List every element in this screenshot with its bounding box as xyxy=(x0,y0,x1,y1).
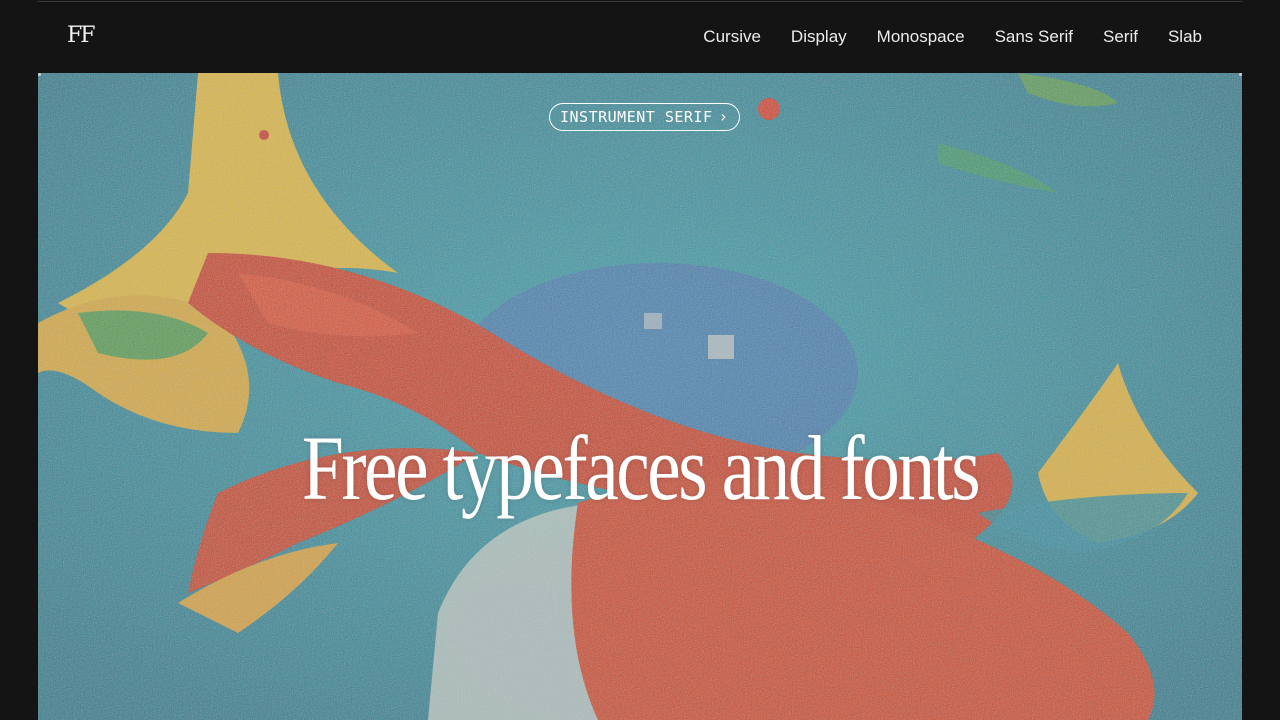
corner-marker xyxy=(1239,73,1242,76)
nav-item-sans-serif[interactable]: Sans Serif xyxy=(995,25,1073,49)
corner-marker xyxy=(38,73,41,76)
nav-item-serif[interactable]: Serif xyxy=(1103,25,1138,49)
nav-item-slab[interactable]: Slab xyxy=(1168,25,1202,49)
featured-font-label: INSTRUMENT SERIF xyxy=(560,108,713,126)
chevron-right-icon: › xyxy=(718,107,729,126)
hero-artwork xyxy=(38,73,1242,720)
site-logo[interactable]: FF xyxy=(67,22,95,50)
nav-item-display[interactable]: Display xyxy=(791,25,847,49)
nav-item-monospace[interactable]: Monospace xyxy=(877,25,965,49)
featured-font-badge[interactable]: INSTRUMENT SERIF › xyxy=(549,103,740,131)
hero-headline: Free typefaces and fonts xyxy=(301,417,981,519)
site-header: FF Cursive Display Monospace Sans Serif … xyxy=(0,0,1280,73)
hero-banner: INSTRUMENT SERIF › Free typefaces and fo… xyxy=(38,73,1242,720)
page: FF Cursive Display Monospace Sans Serif … xyxy=(0,0,1280,720)
nav-item-cursive[interactable]: Cursive xyxy=(703,25,761,49)
category-nav: Cursive Display Monospace Sans Serif Ser… xyxy=(703,25,1202,49)
